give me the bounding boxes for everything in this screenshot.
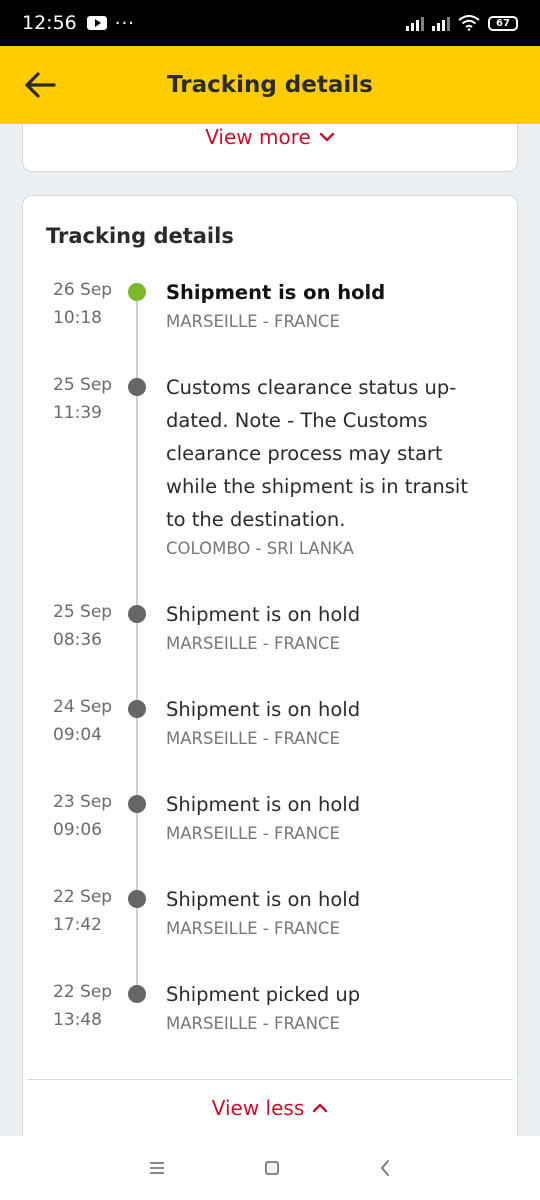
event-time: 13:48 — [53, 1010, 102, 1030]
event-time: 09:06 — [53, 820, 102, 840]
timeline-dot — [128, 700, 146, 718]
event-date: 24 Sep — [53, 697, 113, 717]
page-title: Tracking details — [167, 72, 373, 98]
event-datetime: 22 Sep 13:48 — [53, 978, 123, 1034]
event-location: MARSEILLE - FRANCE — [166, 312, 340, 331]
chevron-down-icon — [319, 132, 335, 142]
divider — [27, 1079, 513, 1080]
event-description: Shipment is on hold — [166, 603, 361, 626]
event-location: COLOMBO - SRI LANKA — [166, 539, 354, 558]
battery-icon: 67 — [488, 15, 518, 31]
event-date: 25 Sep — [53, 602, 113, 622]
event-location: MARSEILLE - FRANCE — [166, 824, 340, 843]
event-datetime: 25 Sep 11:39 — [53, 371, 123, 427]
timeline-dot — [128, 890, 146, 908]
timeline-event: 22 Sep 13:48 Shipment picked up MARSEILL… — [23, 978, 517, 1073]
tracking-details-title: Tracking details — [46, 224, 234, 248]
event-datetime: 24 Sep 09:04 — [53, 693, 123, 749]
view-more-link[interactable]: View more — [205, 125, 335, 149]
event-location: MARSEILLE - FRANCE — [166, 1014, 340, 1033]
timeline-event: 24 Sep 09:04 Shipment is on hold MARSEIL… — [23, 693, 517, 788]
timeline-event: 23 Sep 09:06 Shipment is on hold MARSEIL… — [23, 788, 517, 883]
event-description: Shipment picked up — [166, 983, 361, 1006]
status-time: 12:56 — [22, 12, 77, 34]
event-description: Shipment is on hold — [166, 888, 361, 911]
event-description: Shipment is on hold — [166, 698, 361, 721]
signal-icon-2 — [432, 15, 450, 31]
event-datetime: 23 Sep 09:06 — [53, 788, 123, 844]
event-time: 08:36 — [53, 630, 102, 650]
back-button[interactable] — [20, 65, 60, 105]
signal-icon — [406, 15, 424, 31]
event-datetime: 26 Sep 10:18 — [53, 276, 123, 332]
event-time: 09:04 — [53, 725, 102, 745]
event-datetime: 25 Sep 08:36 — [53, 598, 123, 654]
battery-level: 67 — [496, 17, 510, 29]
more-notifications-icon: ··· — [114, 12, 135, 34]
event-date: 25 Sep — [53, 375, 113, 395]
system-nav-bar — [0, 1136, 540, 1200]
view-less-label: View less — [211, 1096, 305, 1120]
home-icon[interactable] — [263, 1159, 281, 1177]
timeline-dot-active — [128, 283, 146, 301]
event-date: 23 Sep — [53, 792, 113, 812]
view-less-link[interactable]: View less — [212, 1096, 329, 1120]
event-time: 17:42 — [53, 915, 102, 935]
app-bar: Tracking details — [0, 46, 540, 124]
timeline-dot — [128, 378, 146, 396]
back-nav-icon[interactable] — [378, 1159, 392, 1177]
event-description: Shipment is on hold — [166, 793, 361, 816]
event-location: MARSEILLE - FRANCE — [166, 919, 340, 938]
timeline-event: 25 Sep 11:39 Customs clearance status up… — [23, 371, 517, 598]
arrow-left-icon — [25, 72, 56, 98]
event-date: 26 Sep — [53, 280, 113, 300]
view-more-label: View more — [205, 125, 311, 149]
event-datetime: 22 Sep 17:42 — [53, 883, 123, 939]
event-location: MARSEILLE - FRANCE — [166, 634, 340, 653]
timeline-event: 25 Sep 08:36 Shipment is on hold MARSEIL… — [23, 598, 517, 693]
timeline-event: 26 Sep 10:18 Shipment is on hold MARSEIL… — [23, 276, 517, 371]
event-description: Customs clearance status up-dated. Note … — [166, 376, 468, 531]
timeline-dot — [128, 605, 146, 623]
shipment-summary-card: View more — [22, 124, 518, 172]
timeline-dot — [128, 985, 146, 1003]
tracking-timeline: 26 Sep 10:18 Shipment is on hold MARSEIL… — [23, 276, 517, 1073]
event-location: MARSEILLE - FRANCE — [166, 729, 340, 748]
timeline-dot — [128, 795, 146, 813]
youtube-icon — [86, 16, 107, 30]
event-date: 22 Sep — [53, 982, 113, 1002]
status-bar: 12:56 ··· 67 — [0, 0, 540, 46]
event-description: Shipment is on hold — [166, 281, 386, 304]
event-time: 11:39 — [53, 403, 102, 423]
event-time: 10:18 — [53, 308, 102, 328]
menu-icon[interactable] — [148, 1161, 166, 1175]
tracking-details-card: Tracking details 26 Sep 10:18 Shipment i… — [22, 195, 518, 1136]
timeline-event: 22 Sep 17:42 Shipment is on hold MARSEIL… — [23, 883, 517, 978]
scroll-content[interactable]: View more Tracking details 26 Sep 10:18 … — [0, 124, 540, 1136]
chevron-up-icon — [313, 1103, 328, 1113]
event-date: 22 Sep — [53, 887, 113, 907]
wifi-icon — [458, 15, 480, 31]
